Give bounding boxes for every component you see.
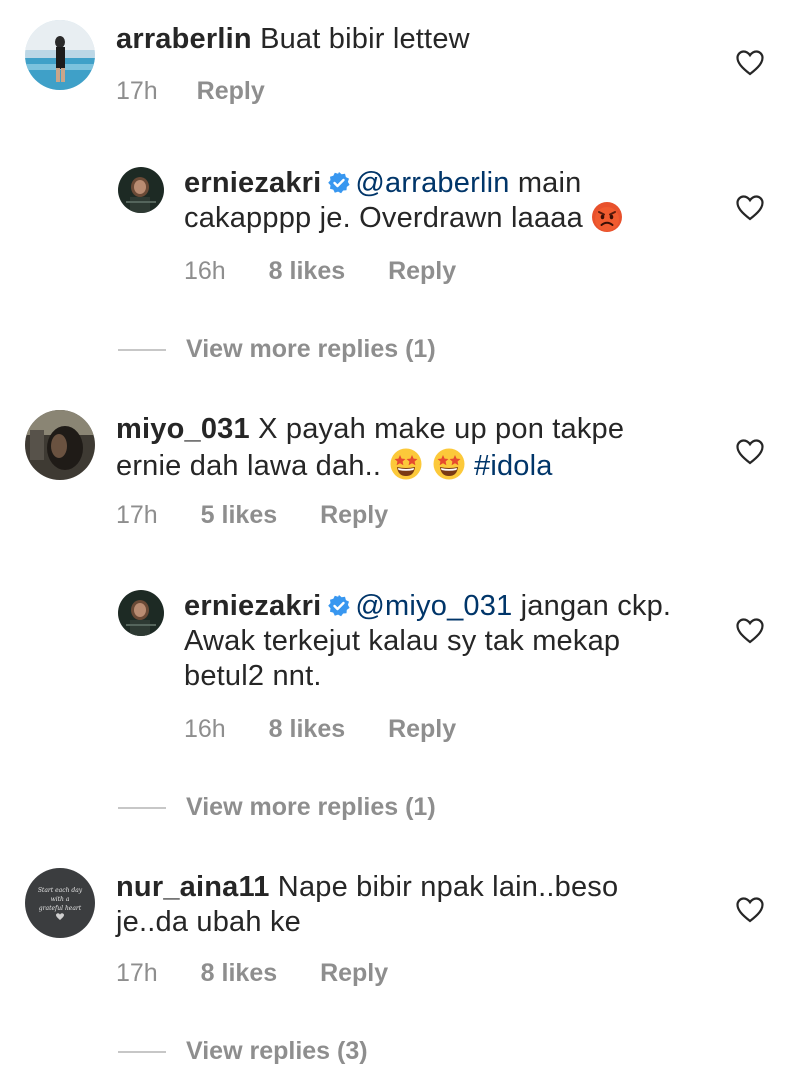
view-replies[interactable]: View replies (3): [118, 1037, 368, 1066]
star-struck-emoji: [390, 448, 422, 480]
timestamp: 17h: [116, 77, 158, 105]
view-more-label[interactable]: View more replies (1): [186, 335, 436, 363]
username[interactable]: nur_aina11: [116, 871, 270, 903]
likes-count[interactable]: 5 likes: [201, 501, 277, 530]
star-struck-emoji: [433, 448, 465, 480]
heart-icon[interactable]: [736, 618, 764, 644]
angry-face-emoji: [592, 202, 623, 232]
comment-meta: 16h 8 likes Reply: [184, 257, 456, 286]
hashtag-link[interactable]: #idola: [474, 450, 553, 482]
svg-text:grateful heart: grateful heart: [39, 905, 82, 912]
verified-badge-icon: [328, 172, 351, 194]
divider-line: [118, 1051, 166, 1054]
comment-text: erniezakri @arraberlin main cakapppp je. …: [184, 166, 684, 236]
comment-meta: 16h 8 likes Reply: [184, 715, 456, 744]
view-replies-label[interactable]: View replies (3): [186, 1037, 368, 1065]
username[interactable]: erniezakri: [184, 167, 321, 199]
view-more-label[interactable]: View more replies (1): [186, 793, 436, 821]
avatar[interactable]: Start each day with a grateful heart: [25, 868, 95, 938]
heart-icon[interactable]: [736, 195, 764, 221]
mention-link[interactable]: @miyo_031: [355, 590, 512, 622]
likes-count[interactable]: 8 likes: [269, 715, 345, 744]
avatar[interactable]: [25, 410, 95, 480]
mention-link[interactable]: @arraberlin: [355, 167, 509, 199]
username[interactable]: miyo_031: [116, 413, 250, 445]
reply-button[interactable]: Reply: [197, 77, 265, 106]
username[interactable]: erniezakri: [184, 590, 321, 622]
comment-meta: 17h 8 likes Reply: [116, 959, 388, 988]
comment-text: arraberlin Buat bibir lettew: [116, 22, 676, 57]
likes-count[interactable]: 8 likes: [201, 959, 277, 988]
timestamp: 16h: [184, 715, 226, 743]
comment-body: Buat bibir lettew: [260, 23, 470, 55]
avatar[interactable]: [118, 167, 164, 213]
view-more-replies[interactable]: View more replies (1): [118, 793, 436, 822]
username[interactable]: arraberlin: [116, 23, 252, 55]
heart-icon[interactable]: [736, 897, 764, 923]
avatar[interactable]: [118, 590, 164, 636]
heart-icon[interactable]: [736, 50, 764, 76]
svg-text:Start each day: Start each day: [38, 887, 83, 894]
divider-line: [118, 807, 166, 810]
reply-button[interactable]: Reply: [388, 257, 456, 286]
reply-button[interactable]: Reply: [320, 501, 388, 530]
reply-button[interactable]: Reply: [388, 715, 456, 744]
comment-meta: 17h Reply: [116, 77, 265, 106]
divider-line: [118, 349, 166, 352]
reply-button[interactable]: Reply: [320, 959, 388, 988]
comment-text: erniezakri @miyo_031 jangan ckp. Awak ter…: [184, 589, 684, 694]
timestamp: 16h: [184, 257, 226, 285]
svg-text:with a: with a: [51, 896, 70, 903]
likes-count[interactable]: 8 likes: [269, 257, 345, 286]
verified-badge-icon: [328, 595, 351, 617]
avatar[interactable]: [25, 20, 95, 90]
timestamp: 17h: [116, 501, 158, 529]
comment-meta: 17h 5 likes Reply: [116, 501, 388, 530]
comment-text: miyo_031 X payah make up pon takpe ernie…: [116, 412, 676, 484]
view-more-replies[interactable]: View more replies (1): [118, 335, 436, 364]
heart-icon[interactable]: [736, 439, 764, 465]
timestamp: 17h: [116, 959, 158, 987]
comment-text: nur_aina11 Nape bibir npak lain..beso je…: [116, 870, 676, 940]
